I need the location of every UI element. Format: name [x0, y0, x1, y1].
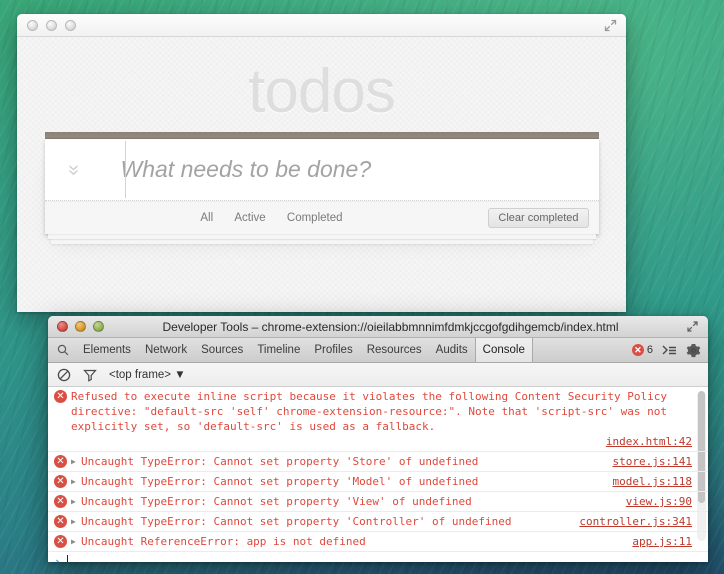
- search-icon[interactable]: [48, 338, 76, 362]
- devtools-expand-icon[interactable]: [685, 319, 700, 339]
- devtools-window-title: Developer Tools – chrome-extension://oie…: [162, 319, 619, 334]
- console-prompt-row[interactable]: ›: [48, 552, 708, 562]
- tab-resources[interactable]: Resources: [360, 338, 429, 362]
- expand-triangle-icon[interactable]: ▶: [71, 494, 80, 509]
- console-message-text: Refused to execute inline script because…: [71, 390, 674, 433]
- tab-elements[interactable]: Elements: [76, 338, 138, 362]
- console-message-text: Uncaught TypeError: Cannot set property …: [81, 455, 479, 468]
- app-traffic-lights: [27, 20, 76, 31]
- tab-timeline[interactable]: Timeline: [250, 338, 307, 362]
- error-icon: ✕: [631, 344, 644, 356]
- todomvc-app-window: todos » All Active Completed Clear compl…: [17, 14, 626, 312]
- fullscreen-icon[interactable]: [602, 17, 619, 34]
- console-prompt-caret: ›: [54, 555, 61, 562]
- error-icon: ✕: [54, 475, 67, 488]
- app-zoom-button[interactable]: [65, 20, 76, 31]
- toggle-all-chevron-icon[interactable]: »: [63, 141, 85, 199]
- todo-footer: All Active Completed Clear completed: [44, 201, 599, 234]
- console-message-source-link[interactable]: view.js:90: [616, 494, 692, 509]
- tab-console[interactable]: Console: [474, 338, 533, 362]
- filter-icon[interactable]: [83, 368, 97, 382]
- console-message[interactable]: ✕ ▶ Uncaught ReferenceError: app is not …: [48, 532, 708, 552]
- tab-audits[interactable]: Audits: [429, 338, 475, 362]
- devtools-close-button[interactable]: [57, 321, 68, 332]
- app-titlebar: [17, 14, 626, 37]
- expand-triangle-icon[interactable]: ▶: [71, 514, 80, 529]
- console-message[interactable]: ✕ ▶ Uncaught TypeError: Cannot set prope…: [48, 512, 708, 532]
- tab-profiles[interactable]: Profiles: [307, 338, 359, 362]
- console-toolbar: <top frame> ▼: [48, 363, 708, 387]
- console-message[interactable]: ✕ ▶ Uncaught TypeError: Cannot set prope…: [48, 492, 708, 512]
- console-message-text: Uncaught ReferenceError: app is not defi…: [81, 535, 366, 548]
- devtools-tab-bar-right: ✕ 6: [631, 338, 708, 362]
- todo-app-card: » All Active Completed Clear completed: [44, 132, 599, 234]
- console-message-source-link[interactable]: store.js:141: [603, 454, 692, 469]
- console-message[interactable]: ✕ Refused to execute inline script becau…: [48, 387, 708, 452]
- devtools-tab-bar: Elements Network Sources Timeline Profil…: [48, 338, 708, 363]
- new-todo-row: »: [44, 139, 599, 201]
- app-close-button[interactable]: [27, 20, 38, 31]
- app-body: todos » All Active Completed Clear compl…: [17, 37, 626, 312]
- error-icon: ✕: [54, 535, 67, 548]
- console-message[interactable]: ✕ ▶ Uncaught TypeError: Cannot set prope…: [48, 452, 708, 472]
- app-minimize-button[interactable]: [46, 20, 57, 31]
- gear-icon[interactable]: [686, 343, 701, 358]
- error-icon: ✕: [54, 495, 67, 508]
- console-message-source-link[interactable]: controller.js:341: [569, 514, 692, 529]
- drawer-toggle-icon[interactable]: [662, 344, 677, 357]
- console-message-text: Uncaught TypeError: Cannot set property …: [81, 515, 512, 528]
- filter-all[interactable]: All: [195, 210, 218, 226]
- expand-triangle-icon[interactable]: ▶: [71, 474, 80, 489]
- clear-completed-button[interactable]: Clear completed: [488, 208, 589, 228]
- error-icon: ✕: [54, 455, 67, 468]
- filter-active[interactable]: Active: [229, 210, 270, 226]
- console-message-text: Uncaught TypeError: Cannot set property …: [81, 475, 479, 488]
- new-todo-input[interactable]: [102, 156, 599, 183]
- error-icon: ✕: [54, 515, 67, 528]
- console-message-text: Uncaught TypeError: Cannot set property …: [81, 495, 472, 508]
- console-message-source-link[interactable]: model.js:118: [603, 474, 692, 489]
- devtools-window: Developer Tools – chrome-extension://oie…: [48, 316, 708, 562]
- clear-console-icon[interactable]: [57, 368, 71, 382]
- console-message[interactable]: ✕ ▶ Uncaught TypeError: Cannot set prope…: [48, 472, 708, 492]
- devtools-titlebar: Developer Tools – chrome-extension://oie…: [48, 316, 708, 338]
- console-message-source-link[interactable]: index.html:42: [54, 434, 692, 449]
- error-count-label: 6: [646, 344, 653, 356]
- todo-filters: All Active Completed: [55, 212, 489, 224]
- console-output[interactable]: ✕ Refused to execute inline script becau…: [48, 387, 708, 562]
- console-message-source-link[interactable]: app.js:11: [622, 534, 692, 549]
- page-title: todos: [248, 57, 396, 126]
- filter-completed[interactable]: Completed: [282, 210, 348, 226]
- expand-triangle-icon[interactable]: ▶: [71, 454, 80, 469]
- console-text-cursor: [66, 555, 68, 562]
- tab-sources[interactable]: Sources: [194, 338, 250, 362]
- error-icon: ✕: [54, 390, 67, 403]
- expand-triangle-icon[interactable]: ▶: [71, 534, 80, 549]
- tab-network[interactable]: Network: [138, 338, 194, 362]
- error-count-badge[interactable]: ✕ 6: [631, 344, 653, 356]
- frame-selector-dropdown[interactable]: <top frame> ▼: [109, 369, 186, 381]
